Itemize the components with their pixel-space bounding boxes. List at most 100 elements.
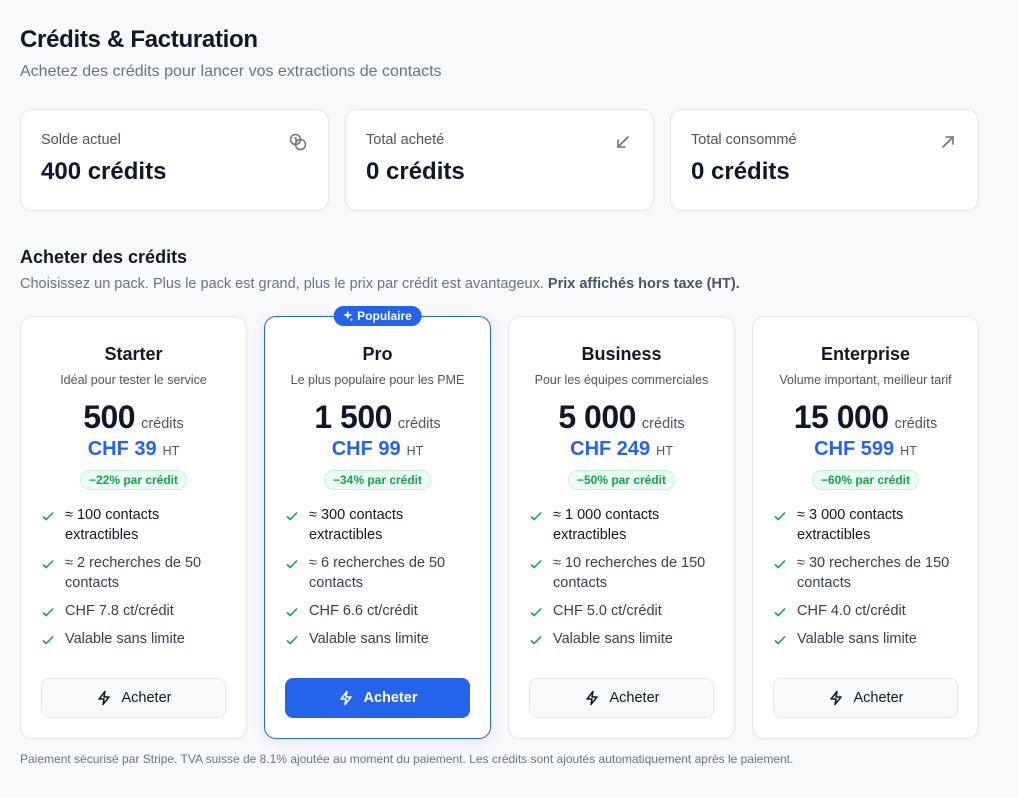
lightning-icon — [585, 690, 598, 706]
buy-button-business[interactable]: Acheter — [529, 678, 714, 718]
buy-button-label: Acheter — [609, 690, 660, 706]
price-suffix: HT — [900, 444, 917, 458]
lightning-icon — [339, 690, 352, 706]
plan-description: Idéal pour tester le service — [60, 373, 207, 387]
check-icon — [774, 635, 786, 645]
feature-text: Valable sans limite — [309, 631, 429, 647]
buy-section-title: Acheter des crédits — [20, 247, 188, 267]
feature-item: ≈ 3 000 contacts extractibles — [773, 505, 958, 545]
feature-list: ≈ 300 contacts extractibles ≈ 6 recherch… — [285, 505, 470, 649]
discount-badge: −50% par crédit — [567, 470, 676, 490]
check-icon — [42, 511, 54, 521]
feature-item: ≈ 6 recherches de 50 contacts — [285, 553, 470, 593]
description-text: Choisissez un pack. Plus le pack est gra… — [20, 276, 544, 292]
plan-description: Pour les équipes commerciales — [534, 373, 709, 387]
stat-value: 0 crédits — [691, 158, 790, 185]
check-icon — [774, 607, 786, 617]
discount-badge: −60% par crédit — [811, 470, 920, 490]
price-suffix: HT — [656, 444, 673, 458]
feature-text: CHF 6.6 ct/crédit — [309, 603, 418, 619]
buy-button-pro[interactable]: Acheter — [285, 678, 470, 718]
plan-credits: 5 000 crédits — [509, 399, 734, 436]
discount-badge: −34% par crédit — [323, 470, 432, 490]
check-icon — [530, 635, 542, 645]
buy-button-label: Acheter — [853, 690, 904, 706]
feature-item: CHF 6.6 ct/crédit — [285, 601, 470, 621]
feature-text: ≈ 3 000 contacts extractibles — [797, 507, 904, 543]
plan-card-enterprise: Enterprise Volume important, meilleur ta… — [752, 316, 979, 739]
stat-label: Total consommé — [691, 132, 797, 148]
badge-label: Populaire — [357, 309, 412, 323]
buy-button-enterprise[interactable]: Acheter — [773, 678, 958, 718]
feature-text: Valable sans limite — [553, 631, 673, 647]
coins-icon — [289, 133, 307, 151]
check-icon — [42, 559, 54, 569]
billing-page: Crédits & Facturation Achetez des crédit… — [20, 26, 980, 766]
feature-list: ≈ 3 000 contacts extractibles ≈ 30 reche… — [773, 505, 958, 649]
stats-row: Solde actuel 400 crédits Total acheté 0 … — [20, 109, 979, 211]
feature-text: ≈ 30 recherches de 150 contacts — [797, 555, 950, 591]
plan-name: Enterprise — [820, 344, 911, 364]
check-icon — [42, 607, 54, 617]
feature-item: Valable sans limite — [529, 629, 714, 649]
feature-text: CHF 5.0 ct/crédit — [553, 603, 662, 619]
feature-item: ≈ 1 000 contacts extractibles — [529, 505, 714, 545]
lightning-icon — [97, 690, 110, 706]
check-icon — [286, 607, 298, 617]
plan-credits: 500 crédits — [21, 399, 246, 436]
plan-card-starter: Starter Idéal pour tester le service 500… — [20, 316, 247, 739]
payment-footnote: Paiement sécurisé par Stripe. TVA suisse… — [20, 752, 794, 766]
check-icon — [530, 607, 542, 617]
page-title: Crédits & Facturation — [20, 26, 258, 53]
stat-card-balance: Solde actuel 400 crédits — [20, 109, 329, 211]
feature-item: ≈ 10 recherches de 150 contacts — [529, 553, 714, 593]
plan-price: CHF 249 HT — [509, 438, 734, 461]
credits-unit: crédits — [397, 416, 441, 432]
page-subtitle: Achetez des crédits pour lancer vos extr… — [20, 63, 442, 80]
feature-text: Valable sans limite — [797, 631, 917, 647]
feature-text: ≈ 2 recherches de 50 contacts — [65, 555, 202, 591]
feature-text: ≈ 6 recherches de 50 contacts — [309, 555, 446, 591]
feature-text: CHF 4.0 ct/crédit — [797, 603, 906, 619]
credits-unit: crédits — [894, 416, 938, 432]
feature-text: ≈ 10 recherches de 150 contacts — [553, 555, 706, 591]
arrow-up-right-icon — [942, 136, 954, 148]
feature-item: CHF 4.0 ct/crédit — [773, 601, 958, 621]
stat-card-consumed: Total consommé 0 crédits — [670, 109, 979, 211]
discount-badge: −22% par crédit — [79, 470, 188, 490]
description-bold: Prix affichés hors taxe (HT). — [547, 276, 740, 292]
check-icon — [530, 559, 542, 569]
feature-item: Valable sans limite — [773, 629, 958, 649]
credits-unit: crédits — [141, 416, 184, 432]
credits-amount: 500 — [83, 399, 136, 435]
plan-price: CHF 99 HT — [265, 438, 490, 461]
feature-text: CHF 7.8 ct/crédit — [65, 603, 174, 619]
buy-button-label: Acheter — [363, 690, 418, 706]
check-icon — [774, 511, 786, 521]
check-icon — [286, 559, 298, 569]
credits-amount: 5 000 — [558, 399, 636, 435]
plan-name: Pro — [362, 344, 393, 364]
price-amount: CHF 99 — [331, 438, 401, 460]
stat-value: 0 crédits — [366, 158, 465, 185]
buy-button-label: Acheter — [121, 690, 172, 706]
feature-text: Valable sans limite — [65, 631, 185, 647]
feature-list: ≈ 100 contacts extractibles ≈ 2 recherch… — [41, 505, 226, 649]
feature-text: ≈ 100 contacts extractibles — [65, 507, 160, 543]
credits-amount: 15 000 — [793, 399, 889, 435]
plan-credits: 15 000 crédits — [753, 399, 978, 436]
credits-unit: crédits — [641, 416, 685, 432]
check-icon — [286, 635, 298, 645]
plan-price: CHF 599 HT — [753, 438, 978, 461]
sparkle-icon — [342, 310, 353, 322]
feature-text: ≈ 1 000 contacts extractibles — [553, 507, 660, 543]
price-suffix: HT — [406, 444, 424, 458]
price-amount: CHF 599 — [814, 438, 895, 460]
plan-name: Business — [581, 344, 662, 364]
feature-item: ≈ 2 recherches de 50 contacts — [41, 553, 226, 593]
feature-item: Valable sans limite — [285, 629, 470, 649]
check-icon — [774, 559, 786, 569]
buy-button-starter[interactable]: Acheter — [41, 678, 226, 718]
arrow-down-left-icon — [617, 136, 629, 148]
check-icon — [286, 511, 298, 521]
